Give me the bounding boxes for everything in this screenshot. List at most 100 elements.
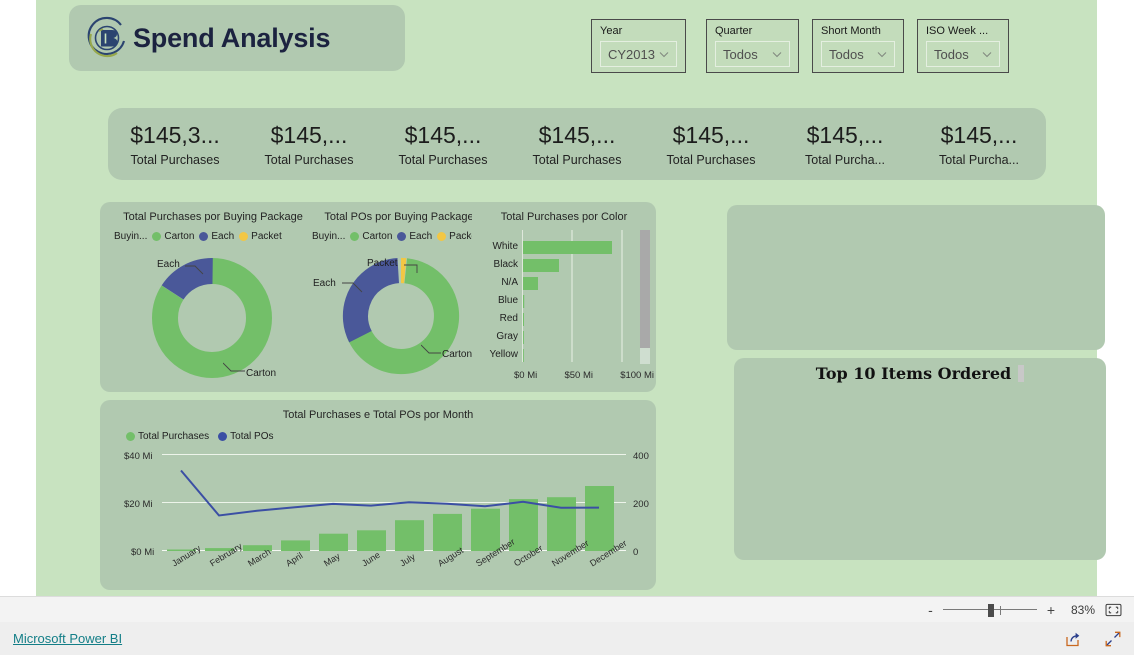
- kpi-value: $145,3...: [130, 121, 220, 148]
- right-axis-tick: 0: [633, 547, 639, 558]
- left-axis-tick: $40 Mi: [124, 451, 153, 462]
- zoom-slider[interactable]: [942, 603, 1037, 617]
- slicer-short-month-dropdown[interactable]: Todos: [821, 41, 895, 67]
- legend-swatch-icon: [350, 232, 360, 241]
- legend-item-total-purchases[interactable]: Total Purchases: [126, 431, 209, 442]
- callout-leader-line: [185, 265, 204, 275]
- chart-legend[interactable]: Total Purchases Total POs: [100, 421, 656, 442]
- bar-category-label: White: [492, 241, 518, 252]
- kpi-card[interactable]: $145,... Total Purcha...: [778, 108, 912, 180]
- page-title: Spend Analysis: [133, 22, 331, 53]
- slicer-iso-week-dropdown[interactable]: Todos: [926, 41, 1000, 67]
- legend-item-carton[interactable]: Carton: [350, 231, 392, 242]
- bar-category-label: Blue: [497, 295, 518, 306]
- chevron-down-icon: [877, 52, 887, 58]
- kpi-value: $145,...: [270, 121, 348, 148]
- empty-visual-title: [727, 205, 1105, 214]
- legend-label: Packet: [251, 231, 282, 242]
- bar-category-label: N/A: [501, 277, 518, 288]
- panel-title: Top 10 Items Ordered: [734, 358, 1106, 383]
- chevron-down-icon: [659, 52, 669, 58]
- bar-category-label: Yellow: [489, 349, 518, 360]
- bar-blue: [523, 295, 525, 308]
- fit-to-page-icon[interactable]: [1105, 603, 1122, 617]
- slicer-iso-week-value: Todos: [934, 46, 969, 62]
- legend-swatch-icon: [199, 232, 209, 241]
- legend-item-each[interactable]: Each: [397, 231, 432, 242]
- kpi-card[interactable]: $145,... Total Purchases: [644, 108, 778, 180]
- bar-axis-tick: $50 Mi: [564, 370, 593, 381]
- kpi-value: $145,...: [538, 121, 616, 148]
- fullscreen-expand-icon[interactable]: [1104, 630, 1122, 648]
- slicer-short-month-label: Short Month: [821, 25, 881, 37]
- donut-callout-packet: Packet: [367, 258, 398, 269]
- chart-purchases-and-pos-by-month[interactable]: Total Purchases e Total POs por Month To…: [100, 400, 656, 590]
- zoom-out-button[interactable]: -: [928, 603, 933, 617]
- zoom-in-button[interactable]: +: [1047, 603, 1055, 617]
- donut-purchases-by-package[interactable]: [148, 254, 276, 382]
- kpi-value: $145,...: [806, 121, 884, 148]
- donut-callout-each: Each: [313, 278, 336, 289]
- slicer-quarter-value: Todos: [723, 46, 758, 62]
- slicer-short-month[interactable]: Short Month Todos: [812, 19, 904, 73]
- legend-item-packet[interactable]: Packet: [239, 231, 282, 242]
- bar-axis-tick: $0 Mi: [514, 370, 538, 381]
- legend-label: Total Purchases: [138, 431, 210, 442]
- legend-item-total-pos[interactable]: Total POs: [218, 431, 274, 442]
- company-b-logo-icon: [87, 16, 126, 58]
- chart-title: Total Purchases por Buying Package: [123, 211, 303, 223]
- zoom-slider-notch: [999, 605, 1001, 615]
- chart-legend[interactable]: Buyin... Carton Each Packet: [304, 223, 494, 242]
- chart-purchases-by-color[interactable]: Total Purchases por Color White Black N/…: [472, 202, 656, 392]
- bar-black: [523, 259, 559, 272]
- monthly-purchase-bars: [167, 486, 614, 551]
- zoom-slider-thumb[interactable]: [987, 603, 994, 617]
- chart-scrollbar[interactable]: [640, 230, 650, 364]
- bar-plot-area[interactable]: [522, 230, 638, 364]
- legend-title: Buyin...: [312, 231, 346, 242]
- microsoft-power-bi-link[interactable]: Microsoft Power BI: [13, 631, 122, 646]
- slicer-year-dropdown[interactable]: CY2013: [600, 41, 677, 67]
- slicer-year-value: CY2013: [608, 46, 655, 62]
- kpi-label: Total Purcha...: [939, 152, 1019, 167]
- chart-scrollbar-thumb[interactable]: [640, 230, 650, 348]
- slicer-quarter[interactable]: Quarter Todos: [706, 19, 799, 73]
- kpi-card[interactable]: $145,... Total Purchases: [376, 108, 510, 180]
- kpi-card[interactable]: $145,3... Total Purchases: [108, 108, 242, 180]
- bar-na: [523, 277, 538, 290]
- chart-title: Total POs por Buying Package: [324, 211, 474, 223]
- kpi-label: Total Purchases: [398, 152, 488, 167]
- panel-top-10-items-ordered[interactable]: Top 10 Items Ordered: [734, 358, 1106, 560]
- bar-axis-tick: $100 Mi: [620, 370, 654, 381]
- share-export-icon[interactable]: [1064, 630, 1082, 648]
- bar-category-label: Black: [493, 259, 518, 270]
- legend-item-carton[interactable]: Carton: [152, 231, 194, 242]
- slicer-year[interactable]: Year CY2013: [591, 19, 686, 73]
- slicer-iso-week[interactable]: ISO Week ... Todos: [917, 19, 1009, 73]
- slicer-quarter-dropdown[interactable]: Todos: [715, 41, 790, 67]
- kpi-value: $145,...: [404, 121, 482, 148]
- bar-yellow: [523, 349, 524, 362]
- slicer-year-label: Year: [600, 25, 623, 37]
- legend-swatch-icon: [437, 232, 447, 241]
- chart-purchases-by-buying-package[interactable]: Total Purchases por Buying Package Buyin…: [100, 202, 326, 392]
- legend-swatch-icon: [397, 232, 407, 241]
- kpi-card[interactable]: $145,... Total Purchases: [510, 108, 644, 180]
- status-bar: - + 83%: [0, 596, 1134, 622]
- kpi-value: $145,...: [940, 121, 1018, 148]
- legend-label: Carton: [362, 231, 393, 242]
- empty-visual-panel[interactable]: [727, 205, 1105, 350]
- combo-plot-area[interactable]: [162, 454, 626, 555]
- callout-leader-line: [421, 344, 441, 354]
- donut-callout-each: Each: [157, 259, 180, 270]
- kpi-card[interactable]: $145,... Total Purchases: [242, 108, 376, 180]
- legend-item-each[interactable]: Each: [199, 231, 234, 242]
- left-axis-tick: $0 Mi: [131, 547, 155, 558]
- chart-pos-by-buying-package[interactable]: Total POs por Buying Package Buyin... Ca…: [304, 202, 494, 392]
- callout-leader-line: [342, 282, 363, 293]
- kpi-card[interactable]: $145,... Total Purcha...: [912, 108, 1046, 180]
- legend-label: Each: [409, 231, 433, 242]
- panel-title-text: Top 10 Items Ordered: [815, 364, 1012, 383]
- chart-legend[interactable]: Buyin... Carton Each Packet: [100, 223, 326, 242]
- donut-callout-carton: Carton: [246, 368, 277, 379]
